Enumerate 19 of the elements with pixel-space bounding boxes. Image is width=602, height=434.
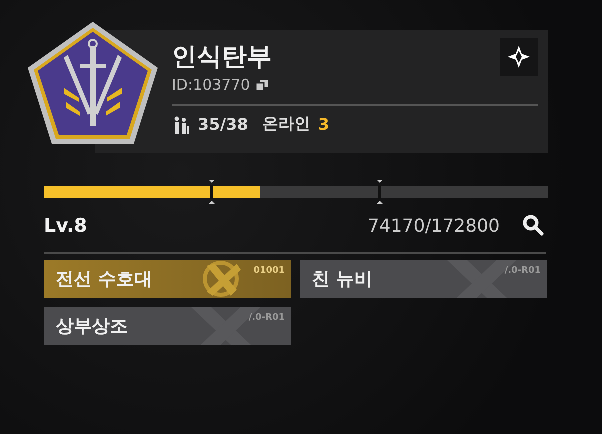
tag-code: 01001 [254, 266, 285, 276]
members-icon [172, 116, 190, 134]
experience-value: 74170/172800 [368, 216, 500, 236]
compass-button[interactable] [500, 38, 538, 76]
member-count: 35/38 [198, 115, 248, 134]
marker-icon [209, 180, 215, 204]
compass-icon [507, 45, 531, 69]
tag-label: 상부상조 [56, 315, 128, 338]
guild-name: 인식탄부 [172, 41, 272, 73]
online-count: 3 [318, 115, 330, 134]
online-label: 온라인 [262, 114, 310, 135]
tag-code: /.0-R01 [504, 266, 541, 276]
marker-icon [377, 180, 383, 204]
tag-label: 친 뉴비 [312, 268, 372, 291]
tag-label: 전선 수호대 [56, 268, 152, 291]
tag-code: /.0-R01 [248, 313, 285, 323]
guild-id: ID:103770 [172, 76, 250, 94]
level-label: Lv.8 [44, 215, 88, 237]
copy-icon[interactable] [256, 80, 268, 90]
